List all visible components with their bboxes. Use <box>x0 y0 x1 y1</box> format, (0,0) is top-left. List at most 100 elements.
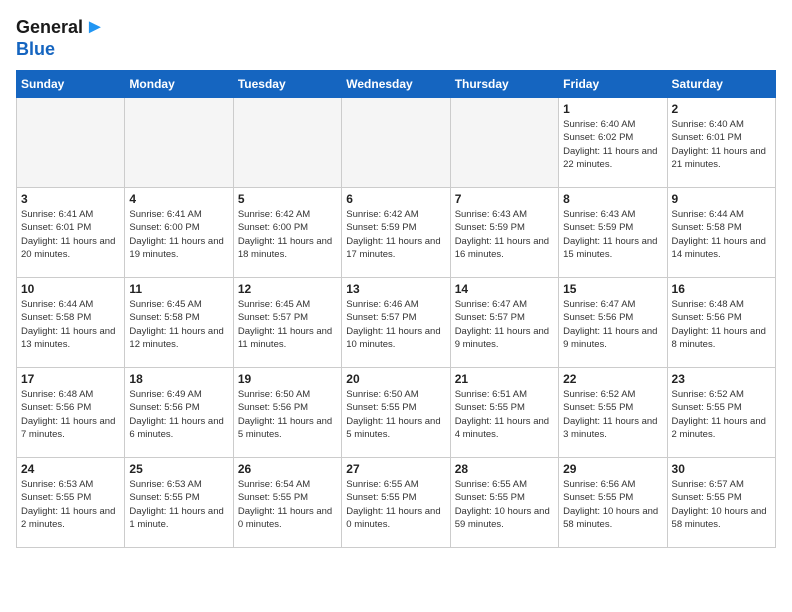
day-number: 15 <box>563 282 662 296</box>
day-number: 22 <box>563 372 662 386</box>
calendar-cell: 30 Sunrise: 6:57 AMSunset: 5:55 PMDayligh… <box>667 458 775 548</box>
column-header-sunday: Sunday <box>17 71 125 98</box>
day-info: Sunrise: 6:53 AMSunset: 5:55 PMDaylight:… <box>129 478 228 531</box>
calendar-cell: 3 Sunrise: 6:41 AMSunset: 6:01 PMDaylight… <box>17 188 125 278</box>
day-number: 6 <box>346 192 445 206</box>
calendar-cell: 10Sunrise: 6:44 AMSunset: 5:58 PMDayligh… <box>17 278 125 368</box>
calendar-cell: 17Sunrise: 6:48 AMSunset: 5:56 PMDayligh… <box>17 368 125 458</box>
week-row-2: 3 Sunrise: 6:41 AMSunset: 6:01 PMDaylight… <box>17 188 776 278</box>
calendar-cell: 18Sunrise: 6:49 AMSunset: 5:56 PMDayligh… <box>125 368 233 458</box>
calendar-cell: 15 Sunrise: 6:47 AMSunset: 5:56 PMDayligh… <box>559 278 667 368</box>
calendar-cell: 16 Sunrise: 6:48 AMSunset: 5:56 PMDayligh… <box>667 278 775 368</box>
logo: General ► Blue <box>16 16 105 60</box>
logo-arrow-icon: ► <box>85 16 105 39</box>
calendar-cell: 28 Sunrise: 6:55 AMSunset: 5:55 PMDayligh… <box>450 458 558 548</box>
day-number: 26 <box>238 462 337 476</box>
day-number: 13 <box>346 282 445 296</box>
calendar-cell: 21 Sunrise: 6:51 AMSunset: 5:55 PMDayligh… <box>450 368 558 458</box>
week-row-4: 17Sunrise: 6:48 AMSunset: 5:56 PMDayligh… <box>17 368 776 458</box>
calendar-cell: 26 Sunrise: 6:54 AMSunset: 5:55 PMDayligh… <box>233 458 341 548</box>
day-info: Sunrise: 6:48 AMSunset: 5:56 PMDaylight:… <box>21 388 120 441</box>
logo-general: General <box>16 17 83 38</box>
day-info: Sunrise: 6:55 AMSunset: 5:55 PMDaylight:… <box>346 478 445 531</box>
day-info: Sunrise: 6:50 AMSunset: 5:56 PMDaylight:… <box>238 388 337 441</box>
calendar-cell: 20Sunrise: 6:50 AMSunset: 5:55 PMDayligh… <box>342 368 450 458</box>
page-header: General ► Blue <box>16 16 776 60</box>
calendar-cell: 13Sunrise: 6:46 AMSunset: 5:57 PMDayligh… <box>342 278 450 368</box>
week-row-1: 1 Sunrise: 6:40 AMSunset: 6:02 PMDaylight… <box>17 98 776 188</box>
day-info: Sunrise: 6:45 AMSunset: 5:58 PMDaylight:… <box>129 298 228 351</box>
day-number: 21 <box>455 372 554 386</box>
day-number: 28 <box>455 462 554 476</box>
column-header-friday: Friday <box>559 71 667 98</box>
calendar-cell: 19 Sunrise: 6:50 AMSunset: 5:56 PMDayligh… <box>233 368 341 458</box>
day-number: 9 <box>672 192 771 206</box>
day-number: 1 <box>563 102 662 116</box>
calendar-cell: 5 Sunrise: 6:42 AMSunset: 6:00 PMDaylight… <box>233 188 341 278</box>
day-info: Sunrise: 6:41 AMSunset: 6:00 PMDaylight:… <box>129 208 228 261</box>
calendar-cell: 6 Sunrise: 6:42 AMSunset: 5:59 PMDaylight… <box>342 188 450 278</box>
calendar-cell: 1 Sunrise: 6:40 AMSunset: 6:02 PMDaylight… <box>559 98 667 188</box>
day-info: Sunrise: 6:41 AMSunset: 6:01 PMDaylight:… <box>21 208 120 261</box>
day-number: 8 <box>563 192 662 206</box>
day-number: 16 <box>672 282 771 296</box>
day-info: Sunrise: 6:48 AMSunset: 5:56 PMDaylight:… <box>672 298 771 351</box>
calendar-cell: 2 Sunrise: 6:40 AMSunset: 6:01 PMDaylight… <box>667 98 775 188</box>
calendar-cell: 22Sunrise: 6:52 AMSunset: 5:55 PMDayligh… <box>559 368 667 458</box>
calendar-cell: 12 Sunrise: 6:45 AMSunset: 5:57 PMDayligh… <box>233 278 341 368</box>
day-number: 2 <box>672 102 771 116</box>
column-header-monday: Monday <box>125 71 233 98</box>
day-info: Sunrise: 6:40 AMSunset: 6:01 PMDaylight:… <box>672 118 771 171</box>
day-number: 11 <box>129 282 228 296</box>
day-number: 18 <box>129 372 228 386</box>
calendar-cell <box>233 98 341 188</box>
day-number: 3 <box>21 192 120 206</box>
day-number: 5 <box>238 192 337 206</box>
calendar-cell: 9 Sunrise: 6:44 AMSunset: 5:58 PMDaylight… <box>667 188 775 278</box>
calendar-cell: 7Sunrise: 6:43 AMSunset: 5:59 PMDaylight… <box>450 188 558 278</box>
calendar-cell: 24Sunrise: 6:53 AMSunset: 5:55 PMDayligh… <box>17 458 125 548</box>
day-number: 27 <box>346 462 445 476</box>
day-number: 14 <box>455 282 554 296</box>
day-info: Sunrise: 6:47 AMSunset: 5:56 PMDaylight:… <box>563 298 662 351</box>
day-number: 29 <box>563 462 662 476</box>
calendar-cell <box>125 98 233 188</box>
calendar-cell: 27 Sunrise: 6:55 AMSunset: 5:55 PMDayligh… <box>342 458 450 548</box>
column-header-thursday: Thursday <box>450 71 558 98</box>
day-number: 19 <box>238 372 337 386</box>
calendar-table: SundayMondayTuesdayWednesdayThursdayFrid… <box>16 70 776 548</box>
day-info: Sunrise: 6:45 AMSunset: 5:57 PMDaylight:… <box>238 298 337 351</box>
day-number: 30 <box>672 462 771 476</box>
logo-blue: Blue <box>16 39 55 60</box>
calendar-cell: 29 Sunrise: 6:56 AMSunset: 5:55 PMDayligh… <box>559 458 667 548</box>
day-number: 4 <box>129 192 228 206</box>
week-row-5: 24Sunrise: 6:53 AMSunset: 5:55 PMDayligh… <box>17 458 776 548</box>
calendar-cell <box>17 98 125 188</box>
logo-blue-text: Blue <box>16 39 55 59</box>
calendar-cell: 14Sunrise: 6:47 AMSunset: 5:57 PMDayligh… <box>450 278 558 368</box>
day-info: Sunrise: 6:42 AMSunset: 5:59 PMDaylight:… <box>346 208 445 261</box>
calendar-cell <box>342 98 450 188</box>
day-info: Sunrise: 6:55 AMSunset: 5:55 PMDaylight:… <box>455 478 554 531</box>
calendar-cell: 11 Sunrise: 6:45 AMSunset: 5:58 PMDayligh… <box>125 278 233 368</box>
calendar-cell <box>450 98 558 188</box>
calendar-cell: 4 Sunrise: 6:41 AMSunset: 6:00 PMDaylight… <box>125 188 233 278</box>
day-info: Sunrise: 6:53 AMSunset: 5:55 PMDaylight:… <box>21 478 120 531</box>
logo-box: General ► <box>16 16 105 39</box>
day-info: Sunrise: 6:40 AMSunset: 6:02 PMDaylight:… <box>563 118 662 171</box>
day-number: 10 <box>21 282 120 296</box>
column-header-wednesday: Wednesday <box>342 71 450 98</box>
day-info: Sunrise: 6:57 AMSunset: 5:55 PMDaylight:… <box>672 478 771 531</box>
column-header-tuesday: Tuesday <box>233 71 341 98</box>
day-number: 12 <box>238 282 337 296</box>
day-number: 25 <box>129 462 228 476</box>
day-info: Sunrise: 6:44 AMSunset: 5:58 PMDaylight:… <box>672 208 771 261</box>
day-info: Sunrise: 6:52 AMSunset: 5:55 PMDaylight:… <box>672 388 771 441</box>
day-info: Sunrise: 6:42 AMSunset: 6:00 PMDaylight:… <box>238 208 337 261</box>
day-number: 23 <box>672 372 771 386</box>
day-info: Sunrise: 6:54 AMSunset: 5:55 PMDaylight:… <box>238 478 337 531</box>
day-info: Sunrise: 6:51 AMSunset: 5:55 PMDaylight:… <box>455 388 554 441</box>
day-info: Sunrise: 6:56 AMSunset: 5:55 PMDaylight:… <box>563 478 662 531</box>
day-info: Sunrise: 6:43 AMSunset: 5:59 PMDaylight:… <box>455 208 554 261</box>
day-info: Sunrise: 6:43 AMSunset: 5:59 PMDaylight:… <box>563 208 662 261</box>
